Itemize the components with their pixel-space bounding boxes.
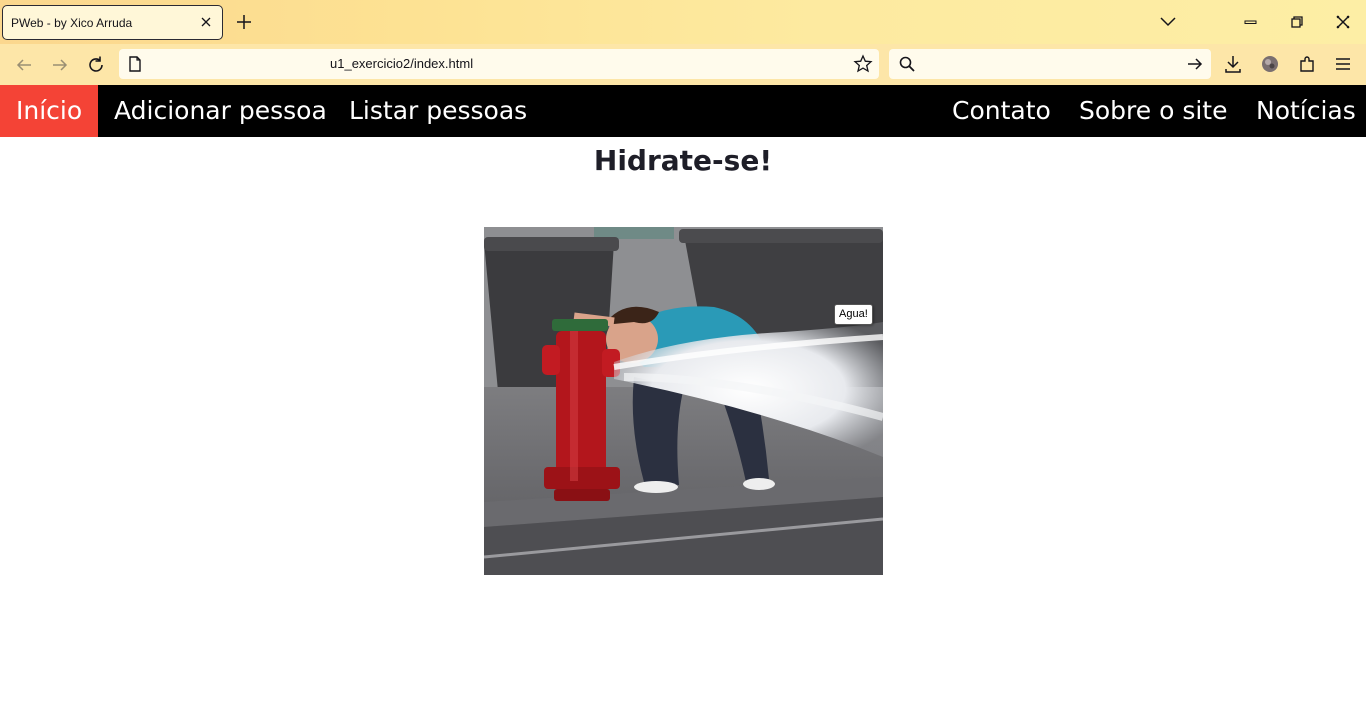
- nav-link-listar-pessoas[interactable]: Listar pessoas: [333, 85, 543, 137]
- page-info-icon[interactable]: [127, 55, 143, 73]
- search-go-arrow-icon[interactable]: [1185, 54, 1205, 74]
- nav-link-inicio[interactable]: Início: [0, 85, 99, 137]
- close-tab-icon[interactable]: [197, 13, 215, 31]
- extensions-icon[interactable]: [1297, 54, 1317, 74]
- nav-link-noticias[interactable]: Notícias: [1240, 85, 1366, 137]
- bookmark-star-icon[interactable]: [853, 54, 873, 74]
- search-icon: [898, 55, 916, 73]
- downloads-icon[interactable]: [1223, 54, 1243, 74]
- site-navigation: Início Adicionar pessoa Listar pessoas C…: [0, 85, 1366, 137]
- browser-tab[interactable]: PWeb - by Xico Arruda: [2, 5, 223, 40]
- new-tab-icon[interactable]: [234, 12, 254, 32]
- menu-hamburger-icon[interactable]: [1333, 54, 1353, 74]
- close-window-icon[interactable]: [1333, 12, 1353, 32]
- search-bar[interactable]: [889, 49, 1211, 79]
- forward-icon[interactable]: [49, 54, 71, 76]
- url-text: u1_exercicio2/index.html: [330, 56, 474, 71]
- minimize-window-icon[interactable]: [1241, 12, 1261, 32]
- tab-title: PWeb - by Xico Arruda: [11, 15, 133, 30]
- restore-window-icon[interactable]: [1287, 12, 1307, 32]
- browser-tab-bar: PWeb - by Xico Arruda: [0, 0, 1366, 44]
- reload-icon[interactable]: [85, 54, 107, 76]
- list-all-tabs-icon[interactable]: [1158, 12, 1178, 32]
- image-tooltip: Agua!: [834, 304, 873, 325]
- hydrant-photo[interactable]: [484, 227, 883, 575]
- address-bar[interactable]: [119, 49, 879, 79]
- page-title: Hidrate-se!: [593, 144, 773, 177]
- account-avatar-icon[interactable]: [1260, 54, 1280, 74]
- nav-link-contato[interactable]: Contato: [936, 85, 1067, 137]
- nav-link-adicionar-pessoa[interactable]: Adicionar pessoa: [98, 85, 343, 137]
- nav-link-sobre-o-site[interactable]: Sobre o site: [1063, 85, 1244, 137]
- back-icon[interactable]: [13, 54, 35, 76]
